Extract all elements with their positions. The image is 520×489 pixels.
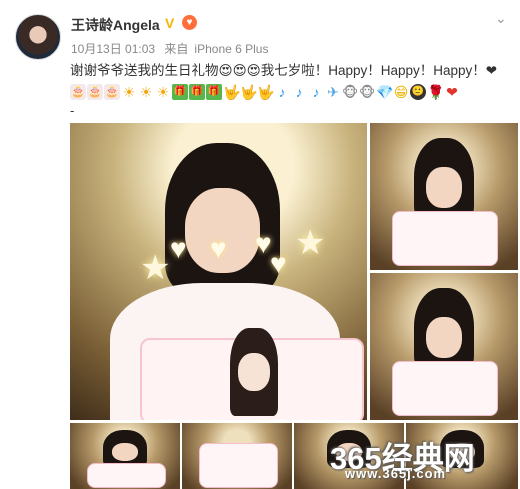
diamond-icon: 💎 [376,84,394,100]
heart-icon: ❤ [446,84,458,100]
grin-icon: 😁 [393,84,409,100]
cake-icon: 🎂 [104,84,120,100]
photo-4[interactable] [70,423,180,489]
sun-icon: ☀ [139,84,153,100]
photo-3[interactable] [370,273,518,420]
watermark-url: www.365j.com [345,466,447,481]
monkey-icon: 🐵 [359,84,376,100]
photo-2[interactable] [370,123,518,270]
post-date[interactable]: 10月13日 01:03 [71,42,155,56]
rock-hand-icon: 🤟 [240,84,258,100]
sun-icon: ☀ [122,84,136,100]
music-note-icon: ♪ [312,84,320,100]
avatar[interactable] [15,14,61,60]
post-text: 谢谢爷爷送我的生日礼物😍😍😍我七岁啦！Happy！Happy！Happy！❤ [70,63,498,78]
source-device[interactable]: iPhone 6 Plus [194,42,268,56]
rose-icon: 🌹 [427,84,445,100]
post-meta: 10月13日 01:03 来自 iPhone 6 Plus [71,40,274,57]
airplane-icon: ✈ [327,84,339,100]
sun-icon: ☀ [156,84,170,100]
gift-icon: 🎁 [189,84,205,100]
photo-main[interactable]: ★ ★ ♥ ♥ ♥ ♥ [70,123,367,420]
cake-icon: 🎂 [70,84,86,100]
post-text-continuation: - [70,103,75,118]
music-note-icon: ♪ [295,84,303,100]
username[interactable]: 王诗龄Angela [71,15,160,35]
member-badge-icon: ♥ [182,15,197,30]
music-note-icon: ♪ [278,84,286,100]
gift-icon: 🎁 [172,84,188,100]
photo-5[interactable] [182,423,292,489]
rock-hand-icon: 🤟 [257,84,275,100]
chevron-down-icon[interactable]: ⌄ [495,10,507,27]
gift-icon: 🎁 [206,84,222,100]
cyclops-icon: 🙂 [410,84,426,100]
monkey-icon: 🐵 [342,84,359,100]
source-prefix: 来自 [164,42,189,56]
emoji-row: 🎂 🎂 🎂 ☀ ☀ ☀ 🎁 🎁 🎁 🤟 🤟 🤟 ♪ ♪ ♪ ✈ 🐵 🐵 💎 😁 … [70,83,460,101]
cake-icon: 🎂 [87,84,103,100]
rock-hand-icon: 🤟 [223,84,241,100]
verified-icon: V [165,15,175,31]
